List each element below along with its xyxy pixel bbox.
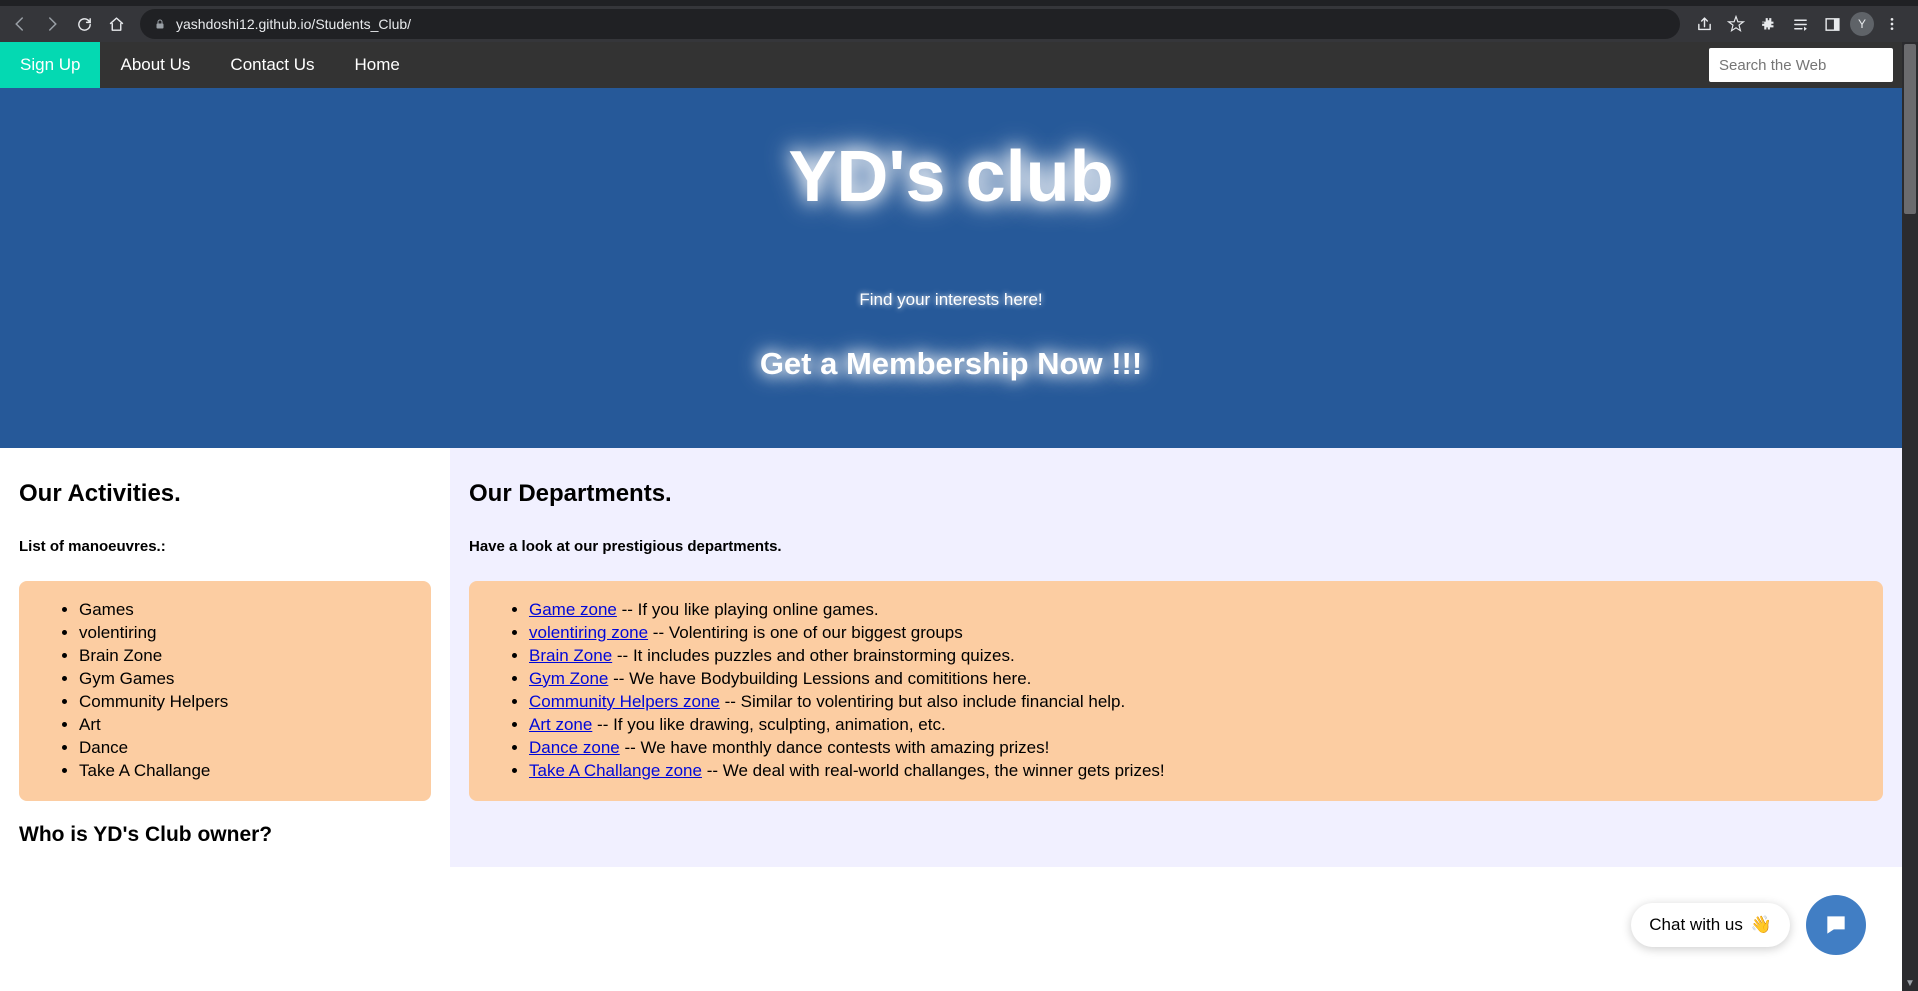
list-item: Gym Zone -- We have Bodybuilding Lession…	[529, 668, 1865, 691]
chat-fab[interactable]	[1806, 895, 1866, 955]
departments-sub: Have a look at our prestigious departmen…	[469, 538, 1883, 555]
side-panel-icon[interactable]	[1818, 10, 1846, 38]
chat-icon	[1823, 912, 1849, 938]
list-item: Brain Zone	[79, 645, 413, 668]
wave-icon: 👋	[1751, 915, 1772, 935]
hero-tagline: Find your interests here!	[0, 290, 1902, 310]
url-text: yashdoshi12.github.io/Students_Club/	[176, 16, 411, 32]
department-desc: -- It includes puzzles and other brainst…	[612, 646, 1015, 665]
hero-title: YD's club	[0, 136, 1902, 218]
list-item: Game zone -- If you like playing online …	[529, 599, 1865, 622]
site-navbar: Sign Up About Us Contact Us Home	[0, 42, 1902, 88]
department-link[interactable]: volentiring zone	[529, 623, 648, 642]
list-item: Dance zone -- We have monthly dance cont…	[529, 737, 1865, 760]
list-item: Games	[79, 599, 413, 622]
department-desc: -- We deal with real-world challanges, t…	[702, 761, 1165, 780]
list-item: Take A Challange	[79, 760, 413, 783]
home-link[interactable]: Home	[335, 42, 420, 88]
extensions-icon[interactable]	[1754, 10, 1782, 38]
departments-heading: Our Departments.	[469, 480, 1883, 508]
list-item: Brain Zone -- It includes puzzles and ot…	[529, 645, 1865, 668]
activities-sub: List of manoeuvres.:	[19, 538, 431, 555]
owner-heading: Who is YD's Club owner?	[19, 823, 431, 847]
activities-column: Our Activities. List of manoeuvres.: Gam…	[0, 448, 450, 867]
reload-button[interactable]	[70, 10, 98, 38]
forward-button[interactable]	[38, 10, 66, 38]
scrollbar[interactable]: ▲ ▼	[1902, 42, 1918, 991]
list-item: Dance	[79, 737, 413, 760]
list-item: Gym Games	[79, 668, 413, 691]
chat-label[interactable]: Chat with us 👋	[1631, 903, 1790, 947]
menu-icon[interactable]	[1878, 10, 1906, 38]
department-link[interactable]: Gym Zone	[529, 669, 608, 688]
list-item: Art	[79, 714, 413, 737]
department-link[interactable]: Community Helpers zone	[529, 692, 720, 711]
bookmark-icon[interactable]	[1722, 10, 1750, 38]
search-input[interactable]	[1708, 47, 1894, 83]
department-desc: -- If you like drawing, sculpting, anima…	[592, 715, 945, 734]
list-item: Art zone -- If you like drawing, sculpti…	[529, 714, 1865, 737]
page-content: Sign Up About Us Contact Us Home YD's cl…	[0, 42, 1918, 991]
scroll-down-icon[interactable]: ▼	[1902, 975, 1918, 991]
department-link[interactable]: Art zone	[529, 715, 592, 734]
activities-box: GamesvolentiringBrain ZoneGym GamesCommu…	[19, 581, 431, 801]
chat-label-text: Chat with us	[1649, 915, 1743, 935]
activities-heading: Our Activities.	[19, 480, 431, 508]
home-button[interactable]	[102, 10, 130, 38]
department-link[interactable]: Dance zone	[529, 738, 620, 757]
profile-avatar[interactable]: Y	[1850, 12, 1874, 36]
hero-cta: Get a Membership Now !!!	[0, 346, 1902, 382]
list-item: Take A Challange zone -- We deal with re…	[529, 760, 1865, 783]
about-link[interactable]: About Us	[100, 42, 210, 88]
address-bar[interactable]: yashdoshi12.github.io/Students_Club/	[140, 9, 1680, 39]
department-desc: -- We have Bodybuilding Lessions and com…	[608, 669, 1031, 688]
signup-button[interactable]: Sign Up	[0, 42, 100, 88]
department-desc: -- Volentiring is one of our biggest gro…	[648, 623, 963, 642]
department-desc: -- We have monthly dance contests with a…	[620, 738, 1050, 757]
departments-box: Game zone -- If you like playing online …	[469, 581, 1883, 801]
department-desc: -- If you like playing online games.	[617, 600, 879, 619]
back-button[interactable]	[6, 10, 34, 38]
contact-link[interactable]: Contact Us	[210, 42, 334, 88]
list-item: volentiring	[79, 622, 413, 645]
department-desc: -- Similar to volentiring but also inclu…	[720, 692, 1125, 711]
reading-list-icon[interactable]	[1786, 10, 1814, 38]
list-item: Community Helpers zone -- Similar to vol…	[529, 691, 1865, 714]
scroll-thumb[interactable]	[1904, 44, 1916, 214]
hero-banner: YD's club Find your interests here! Get …	[0, 88, 1902, 448]
share-icon[interactable]	[1690, 10, 1718, 38]
list-item: volentiring zone -- Volentiring is one o…	[529, 622, 1865, 645]
lock-icon	[154, 17, 166, 31]
department-link[interactable]: Game zone	[529, 600, 617, 619]
department-link[interactable]: Take A Challange zone	[529, 761, 702, 780]
browser-toolbar: yashdoshi12.github.io/Students_Club/ Y	[0, 6, 1918, 42]
list-item: Community Helpers	[79, 691, 413, 714]
department-link[interactable]: Brain Zone	[529, 646, 612, 665]
chat-widget: Chat with us 👋	[1631, 895, 1866, 955]
departments-column: Our Departments. Have a look at our pres…	[450, 448, 1902, 867]
